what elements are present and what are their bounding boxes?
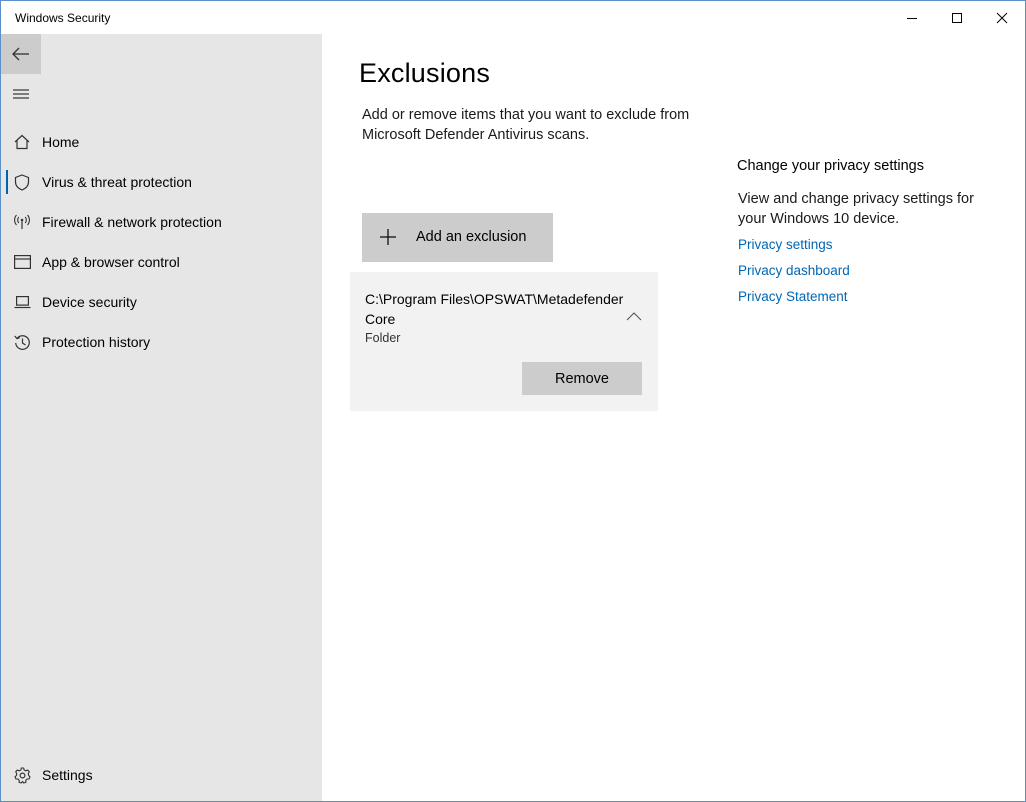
laptop-icon <box>13 293 31 311</box>
back-arrow-icon <box>12 47 29 61</box>
home-icon <box>13 133 31 151</box>
minimize-button[interactable] <box>889 1 935 34</box>
page-description: Add or remove items that you want to exc… <box>362 107 690 143</box>
minimize-icon <box>907 17 917 19</box>
wireless-icon <box>13 213 31 231</box>
add-exclusion-button[interactable]: Add an exclusion <box>362 213 553 262</box>
sidebar-item-firewall-network-protection[interactable]: Firewall & network protection <box>1 202 322 242</box>
maximize-button[interactable] <box>934 1 980 34</box>
sidebar: Home Virus & threat protection Firewall … <box>1 34 322 801</box>
exclusion-item[interactable]: C:\Program Files\OPSWAT\Metadefender Cor… <box>350 272 658 411</box>
privacy-statement-link[interactable]: Privacy Statement <box>738 289 848 304</box>
close-icon <box>996 12 1008 23</box>
sidebar-item-label: Home <box>42 134 80 150</box>
privacy-description: View and change privacy settings for you… <box>738 191 974 227</box>
chevron-up-icon[interactable] <box>626 311 642 321</box>
active-indicator <box>6 170 8 194</box>
main-content: Exclusions Add or remove items that you … <box>322 34 1025 801</box>
sidebar-item-protection-history[interactable]: Protection history <box>1 322 322 362</box>
sidebar-item-label: Device security <box>42 294 137 310</box>
maximize-icon <box>952 12 962 23</box>
remove-button[interactable]: Remove <box>522 362 642 395</box>
add-exclusion-label: Add an exclusion <box>416 229 527 245</box>
browser-window-icon <box>13 253 31 271</box>
sidebar-item-app-browser-control[interactable]: App & browser control <box>1 242 322 282</box>
sidebar-item-label: Settings <box>42 767 93 783</box>
plus-icon <box>380 229 396 245</box>
window-title: Windows Security <box>15 11 111 25</box>
menu-button[interactable] <box>1 74 41 114</box>
gear-icon <box>13 766 31 784</box>
sidebar-item-label: Protection history <box>42 334 151 350</box>
sidebar-item-label: App & browser control <box>42 254 180 270</box>
close-button[interactable] <box>979 1 1025 34</box>
privacy-dashboard-link[interactable]: Privacy dashboard <box>738 263 850 278</box>
page-title: Exclusions <box>359 58 491 88</box>
exclusion-path: C:\Program Files\OPSWAT\Metadefender Cor… <box>365 291 624 327</box>
exclusion-type: Folder <box>365 331 401 345</box>
sidebar-item-label: Firewall & network protection <box>42 214 222 230</box>
privacy-heading: Change your privacy settings <box>737 158 924 174</box>
hamburger-icon <box>13 89 29 99</box>
sidebar-item-virus-threat-protection[interactable]: Virus & threat protection <box>1 162 322 202</box>
app-window: Windows Security Home Virus & threat pro… <box>0 0 1026 802</box>
sidebar-item-home[interactable]: Home <box>1 122 322 162</box>
back-button[interactable] <box>1 34 41 74</box>
privacy-settings-link[interactable]: Privacy settings <box>738 237 833 252</box>
sidebar-item-device-security[interactable]: Device security <box>1 282 322 322</box>
sidebar-item-settings[interactable]: Settings <box>1 755 322 795</box>
sidebar-item-label: Virus & threat protection <box>42 174 192 190</box>
title-bar: Windows Security <box>1 1 1025 34</box>
shield-icon <box>13 173 31 191</box>
history-icon <box>13 333 31 351</box>
